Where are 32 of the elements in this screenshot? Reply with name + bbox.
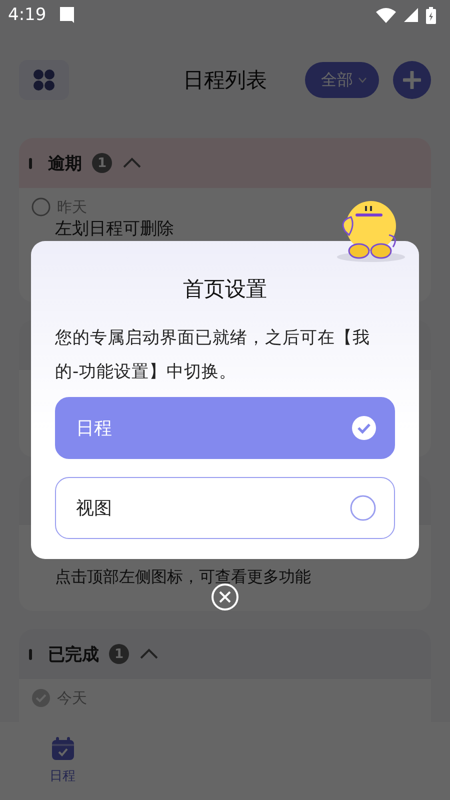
caret-icon <box>358 77 367 83</box>
dialog-message: 您的专属启动界面已就绪，之后可在【我的-功能设置】中切换。 <box>55 327 371 384</box>
section-title: 已完成 <box>48 644 99 666</box>
plus-icon <box>403 71 421 89</box>
count-badge: 1 <box>92 153 112 173</box>
calendar-icon <box>50 737 74 761</box>
signal-icon <box>404 8 418 22</box>
notification-icon <box>60 7 74 23</box>
chevron-up-icon[interactable] <box>122 157 142 169</box>
option-button[interactable]: 日程 <box>55 397 395 459</box>
wifi-icon <box>376 8 396 22</box>
mascot-drawing <box>335 199 407 263</box>
checked-circle-icon[interactable] <box>31 688 51 708</box>
filter-dropdown[interactable]: 全部 <box>305 62 379 98</box>
section-title: 逾期 <box>48 152 82 174</box>
count-badge: 1 <box>109 644 129 664</box>
add-button[interactable] <box>393 61 431 99</box>
battery-icon <box>426 6 436 24</box>
empty-circle-icon[interactable] <box>31 197 51 217</box>
item-title[interactable]: 左划日程可删除 <box>55 219 419 239</box>
option-button[interactable]: 视图 <box>55 477 395 539</box>
section-header[interactable]: 逾期 1 <box>19 138 431 188</box>
status-time: 4:19 <box>8 5 46 25</box>
menu-button[interactable] <box>19 60 69 100</box>
nav-tab[interactable]: 日程 <box>0 722 125 800</box>
grid-icon <box>32 68 56 92</box>
page-title: 日程列表 <box>183 67 267 94</box>
chevron-up-icon[interactable] <box>139 648 159 660</box>
dialog-title: 首页设置 <box>182 276 268 303</box>
check-icon <box>352 416 376 440</box>
radio-circle-icon <box>350 495 376 521</box>
section-header[interactable]: 已完成 1 <box>19 629 431 679</box>
